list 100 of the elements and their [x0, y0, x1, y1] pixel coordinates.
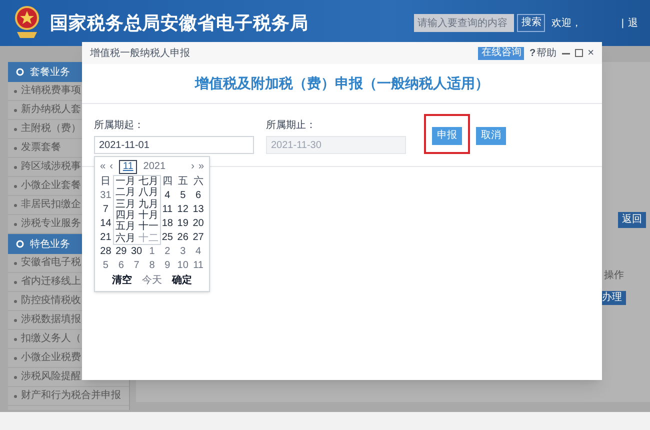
day-cell[interactable]: 4: [164, 191, 170, 201]
site-title: 国家税务总局安徽省电子税务局: [50, 12, 308, 34]
year-selector[interactable]: 2021: [143, 162, 166, 172]
logout-link[interactable]: 退: [628, 16, 638, 30]
back-button[interactable]: 返回: [618, 212, 646, 228]
month-option[interactable]: 九月: [137, 198, 160, 210]
sidebar-item[interactable]: 安徽省电子税: [21, 258, 81, 268]
bullet-icon: [14, 262, 17, 264]
day-cell[interactable]: 2: [164, 247, 170, 257]
next-button[interactable]: ›: [189, 162, 196, 172]
month-option[interactable]: 四月: [114, 210, 137, 222]
calendar-action[interactable]: 清空: [112, 276, 132, 286]
maximize-icon[interactable]: [574, 49, 583, 57]
help-mark: ?: [529, 46, 536, 60]
day-cell[interactable]: 7: [134, 261, 140, 271]
sidebar-item[interactable]: 注销税费事项: [21, 86, 81, 96]
day-cell[interactable]: 8: [149, 261, 155, 271]
sidebar-item[interactable]: 跨区域涉税事: [21, 162, 81, 172]
day-cell[interactable]: 4: [196, 247, 202, 257]
dialog-button[interactable]: 申报: [432, 127, 462, 145]
sidebar-item[interactable]: 扣缴义务人（: [21, 334, 81, 344]
sidebar-item[interactable]: 主附税（费）: [21, 124, 81, 134]
day-cell[interactable]: 18: [162, 219, 173, 229]
bullet-icon: [14, 184, 17, 188]
sidebar-item[interactable]: 财产和行为税合并申报: [21, 391, 121, 401]
month-selector[interactable]: 11: [118, 160, 138, 174]
day-cell[interactable]: 13: [192, 205, 204, 215]
sidebar-item[interactable]: 新办纳税人套: [21, 105, 81, 115]
day-cell[interactable]: 26: [177, 233, 188, 243]
previous-button[interactable]: ‹: [108, 162, 115, 172]
bullet-icon: [14, 166, 17, 168]
day-cell[interactable]: 27: [192, 233, 204, 243]
day-cell[interactable]: 12: [177, 205, 188, 215]
bullet-icon: [14, 204, 17, 206]
month-option[interactable]: 八月: [137, 187, 160, 199]
column-header: 操作: [604, 269, 624, 283]
bullet-icon: [14, 356, 17, 360]
consult-button[interactable]: 在线咨询: [478, 46, 524, 60]
section-title: 特色业务: [30, 238, 70, 252]
bullet-icon: [14, 338, 17, 340]
day-cell[interactable]: 11: [162, 205, 173, 215]
field-label: 所属期止：: [266, 118, 317, 133]
sidebar-item[interactable]: 非居民扣缴企: [21, 200, 81, 210]
day-cell[interactable]: 14: [100, 219, 112, 229]
sidebar-item[interactable]: 省内迁移线上: [21, 277, 81, 287]
day-cell[interactable]: 5: [180, 191, 186, 201]
separator: |: [621, 16, 624, 30]
previous-button[interactable]: «: [98, 162, 108, 172]
month-option[interactable]: 二月: [114, 187, 137, 199]
bullet-icon: [14, 280, 17, 284]
day-cell[interactable]: 10: [177, 261, 188, 271]
help-link[interactable]: 帮助: [536, 46, 557, 60]
dialog-heading: 增值税及附加税（费）申报（一般纳税人适用）: [195, 74, 489, 93]
field-label: 所属期起：: [94, 118, 145, 133]
day-cell[interactable]: 7: [102, 205, 108, 215]
date-field[interactable]: 2021-11-01: [94, 136, 254, 154]
close-button[interactable]: ×: [588, 48, 594, 58]
day-cell[interactable]: 11: [193, 261, 204, 271]
sidebar-item[interactable]: 小微企业套餐: [21, 181, 81, 191]
day-cell[interactable]: 31: [100, 191, 112, 201]
bullet-icon: [14, 108, 17, 112]
welcome-text: 欢迎，: [551, 16, 582, 30]
bullet-icon: [14, 146, 17, 150]
day-cell[interactable]: 6: [196, 191, 202, 201]
month-option[interactable]: 十一: [137, 221, 160, 233]
day-cell[interactable]: 6: [118, 261, 124, 271]
calendar-action[interactable]: 确定: [172, 276, 192, 286]
next-button[interactable]: »: [196, 162, 206, 172]
bullet-icon: [14, 318, 17, 322]
dialog-button[interactable]: 取消: [476, 127, 506, 145]
day-cell[interactable]: 28: [100, 247, 112, 257]
search-button[interactable]: 搜索: [517, 14, 546, 32]
day-cell[interactable]: 9: [164, 261, 170, 271]
day-cell[interactable]: 3: [180, 247, 186, 257]
day-cell[interactable]: 1: [149, 247, 155, 257]
month-option[interactable]: 一月: [114, 176, 137, 188]
sidebar-item[interactable]: 发票套餐: [21, 143, 61, 153]
day-cell[interactable]: 21: [100, 233, 112, 243]
month-option[interactable]: 五月: [114, 221, 137, 233]
weekday-label: 五: [178, 177, 188, 187]
sidebar-item[interactable]: 涉税专业服务: [21, 219, 81, 229]
section-title: 套餐业务: [30, 66, 70, 80]
sidebar-item[interactable]: 防控疫情税收: [21, 296, 81, 306]
day-cell[interactable]: 25: [162, 233, 173, 243]
day-cell[interactable]: 5: [102, 261, 108, 271]
day-cell[interactable]: 20: [192, 219, 204, 229]
bullet-icon: [14, 376, 17, 378]
weekday-label: 六: [193, 177, 204, 187]
sidebar-item[interactable]: 涉税数据填报: [21, 315, 81, 325]
bullet-icon: [14, 394, 17, 398]
search-field[interactable]: 请输入要查询的内容: [414, 14, 514, 32]
month-option[interactable]: 七月: [137, 176, 160, 188]
day-cell[interactable]: 30: [131, 247, 142, 257]
month-option[interactable]: 三月: [114, 198, 137, 210]
day-cell[interactable]: 19: [177, 219, 188, 229]
month-option[interactable]: 十月: [137, 210, 160, 222]
sidebar-item[interactable]: 小微企业税费: [21, 353, 81, 363]
day-cell[interactable]: 29: [116, 247, 127, 257]
bullet-icon: [14, 300, 17, 302]
sidebar-item[interactable]: 涉税风险提醒: [21, 372, 81, 382]
